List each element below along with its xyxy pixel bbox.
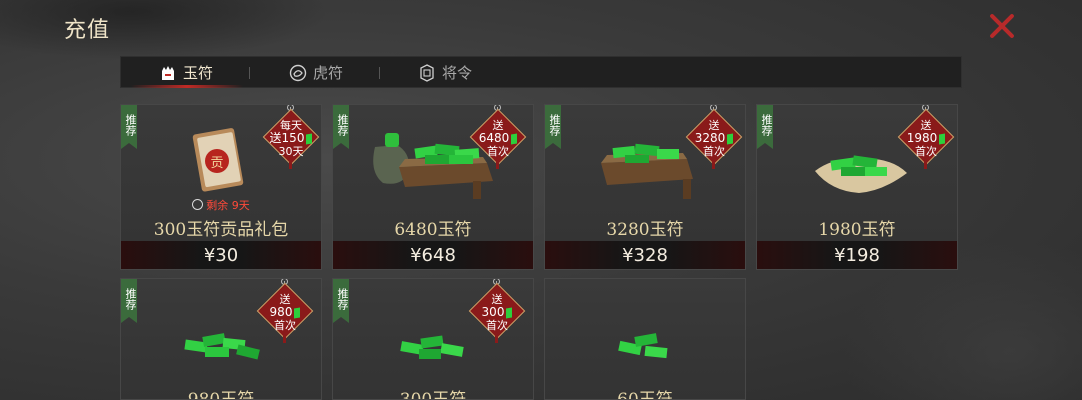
tag-amount: 300 bbox=[481, 305, 505, 319]
tab-divider bbox=[379, 67, 380, 79]
clock-icon bbox=[192, 199, 204, 210]
jade-pair-icon bbox=[615, 331, 675, 367]
bonus-tag-text: 送 3280 首次 bbox=[683, 119, 745, 158]
recommend-badge: 推荐 bbox=[333, 105, 349, 149]
gift-seal-char: 贡 bbox=[210, 156, 224, 171]
tag-line: 6480 bbox=[467, 132, 529, 145]
product-card-300[interactable]: 推荐 送 300 首次 300玉符 bbox=[332, 278, 534, 400]
bonus-tag: 送 300 首次 bbox=[468, 279, 526, 343]
product-card-980[interactable]: 推荐 送 980 首次 980玉符 bbox=[120, 278, 322, 400]
jade-mini-icon bbox=[506, 306, 513, 319]
recommend-badge: 推荐 bbox=[121, 105, 137, 149]
bonus-tag-text: 送 1980 首次 bbox=[895, 119, 957, 158]
price-button[interactable]: ¥198 bbox=[757, 241, 957, 269]
product-card-6480[interactable]: 推荐 送 6480 首次 6480玉符 ¥648 bbox=[332, 104, 534, 270]
tag-line: 首次 bbox=[915, 145, 937, 158]
tab-bar: 玉符 虎符 将令 bbox=[120, 56, 962, 88]
product-name: 980玉符 bbox=[187, 390, 255, 400]
tag-amount: 3280 bbox=[694, 131, 726, 145]
product-card-3280[interactable]: 推荐 送 3280 首次 3280玉符 ¥328 bbox=[544, 104, 746, 270]
price-button[interactable]: ¥328 bbox=[545, 241, 745, 269]
jade-pile-small-icon bbox=[397, 333, 471, 369]
tag-line: 1980 bbox=[895, 132, 957, 145]
jade-mini-icon bbox=[306, 132, 313, 145]
tag-line: 300 bbox=[466, 306, 528, 319]
bonus-tag: 送 1980 首次 bbox=[897, 105, 955, 169]
tag-amount: 980 bbox=[269, 305, 293, 319]
bonus-tag: 送 980 首次 bbox=[256, 279, 314, 343]
jade-pile-icon bbox=[183, 331, 263, 369]
gift-pack-icon: 贡 bbox=[187, 127, 247, 197]
recommend-badge: 推荐 bbox=[121, 279, 137, 323]
bonus-tag-text: 送 980 首次 bbox=[254, 293, 316, 332]
tag-line: 首次 bbox=[487, 145, 509, 158]
price-button[interactable]: ¥648 bbox=[333, 241, 533, 269]
product-name: 3280玉符 bbox=[606, 220, 684, 240]
product-card-60[interactable]: 60玉符 bbox=[544, 278, 746, 400]
bonus-tag: 每天 送150 30天 bbox=[262, 105, 320, 169]
tab-general-order[interactable]: 将令 bbox=[418, 57, 472, 88]
bonus-tag: 送 6480 首次 bbox=[469, 105, 527, 169]
tag-amount: 6480 bbox=[478, 131, 510, 145]
close-icon[interactable] bbox=[988, 12, 1016, 40]
product-name: 300玉符贡品礼包 bbox=[153, 220, 289, 240]
tag-amount: 1980 bbox=[906, 131, 938, 145]
active-tab-indicator bbox=[131, 85, 244, 88]
ink-brush-decoration bbox=[0, 0, 330, 60]
bonus-tag-text: 送 300 首次 bbox=[466, 293, 528, 332]
tab-label: 虎符 bbox=[313, 64, 344, 82]
bonus-tag: 送 3280 首次 bbox=[685, 105, 743, 169]
price-button[interactable]: ¥30 bbox=[121, 241, 321, 269]
bonus-tag-text: 每天 送150 30天 bbox=[260, 119, 321, 158]
jade-mini-icon bbox=[727, 132, 734, 145]
tag-line: 送150 bbox=[260, 131, 321, 145]
jade-mini-icon bbox=[294, 306, 301, 319]
product-name: 6480玉符 bbox=[394, 220, 472, 240]
remaining-days: 剩余 9天 bbox=[121, 197, 321, 213]
bonus-tag-text: 送 6480 首次 bbox=[467, 119, 529, 158]
jade-crate-icon bbox=[597, 141, 697, 205]
tab-label: 将令 bbox=[442, 64, 473, 82]
tab-jade-token[interactable]: 玉符 bbox=[131, 57, 244, 88]
jade-mini-icon bbox=[939, 132, 946, 145]
remaining-days-text: 剩余 9天 bbox=[206, 199, 250, 212]
window-title: 充值 bbox=[64, 18, 111, 43]
product-card-gift-pack[interactable]: 推荐 贡 每天 送150 30天 剩余 9天 300玉符贡品礼包 ¥30 bbox=[120, 104, 322, 270]
recommend-badge: 推荐 bbox=[757, 105, 773, 149]
tiger-token-icon bbox=[289, 64, 307, 82]
tag-line: 首次 bbox=[274, 319, 296, 332]
tab-divider bbox=[249, 67, 250, 79]
product-name: 60玉符 bbox=[617, 390, 673, 400]
tab-tiger-token[interactable]: 虎符 bbox=[289, 57, 343, 88]
tag-line: 30天 bbox=[278, 145, 304, 158]
recommend-badge: 推荐 bbox=[333, 279, 349, 323]
tag-line: 首次 bbox=[703, 145, 725, 158]
recommend-badge: 推荐 bbox=[545, 105, 561, 149]
tag-line: 980 bbox=[254, 306, 316, 319]
tag-amount: 送150 bbox=[269, 131, 305, 145]
jade-token-icon bbox=[159, 64, 177, 82]
product-name: 300玉符 bbox=[399, 390, 467, 400]
jade-mini-icon bbox=[511, 132, 518, 145]
product-name: 1980玉符 bbox=[818, 220, 896, 240]
tag-line: 3280 bbox=[683, 132, 745, 145]
general-order-icon bbox=[418, 63, 436, 82]
product-card-1980[interactable]: 推荐 送 1980 首次 1980玉符 ¥198 bbox=[756, 104, 958, 270]
tab-label: 玉符 bbox=[183, 64, 214, 82]
tag-line: 首次 bbox=[486, 319, 508, 332]
